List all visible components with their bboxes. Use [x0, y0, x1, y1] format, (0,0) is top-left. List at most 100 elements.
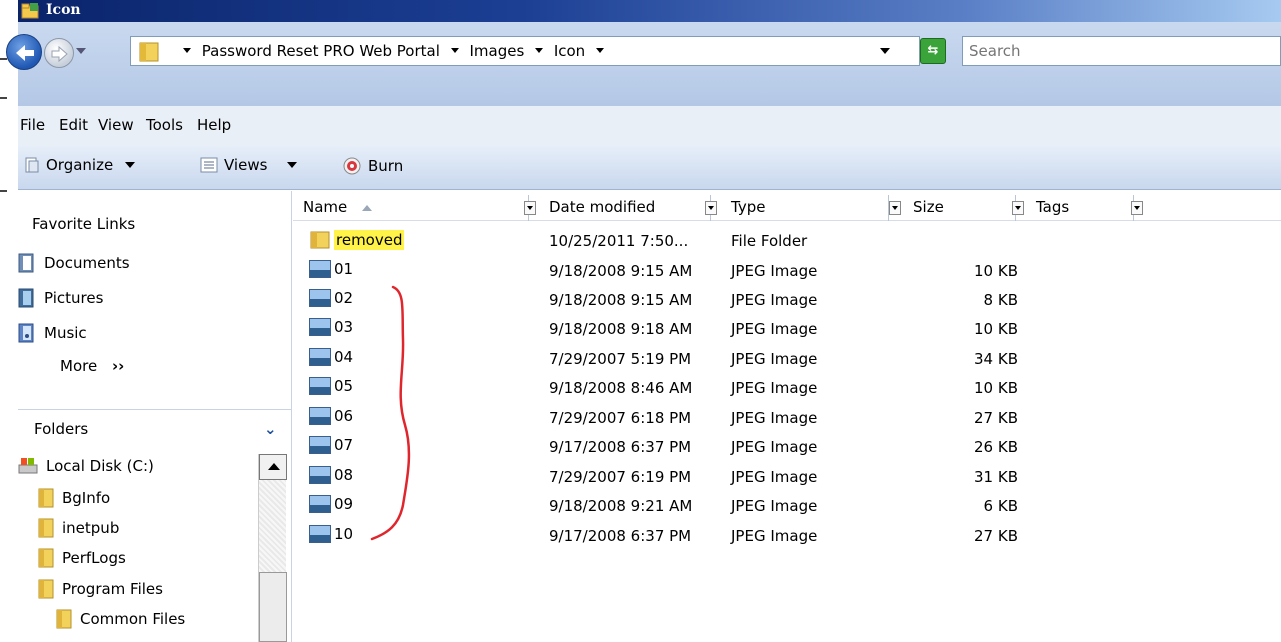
file-type: File Folder: [731, 232, 808, 250]
address-dropdown-button[interactable]: [880, 48, 890, 54]
window-title: Icon: [46, 2, 81, 18]
folders-scrollbar[interactable]: [258, 454, 287, 642]
command-bar: Organize Views Burn: [18, 146, 1281, 190]
file-row[interactable]: 07 9/17/2008 6:37 PM JPEG Image 26 KB: [293, 433, 1281, 461]
menu-view[interactable]: View: [98, 116, 134, 134]
column-name[interactable]: Name: [293, 195, 529, 221]
file-row[interactable]: 03 9/18/2008 9:18 AM JPEG Image 10 KB: [293, 315, 1281, 343]
jpeg-image-icon: [309, 318, 331, 336]
views-label: Views: [224, 156, 268, 174]
folder-icon: [56, 609, 72, 629]
column-label: Type: [731, 198, 766, 216]
breadcrumb-item[interactable]: Images: [469, 42, 524, 60]
tree-item-inetpub[interactable]: inetpub: [38, 518, 119, 538]
file-row[interactable]: 09 9/18/2008 9:21 AM JPEG Image 6 KB: [293, 492, 1281, 520]
file-size: 6 KB: [983, 497, 1018, 515]
favorite-music[interactable]: Music: [18, 323, 87, 343]
file-type: JPEG Image: [731, 320, 818, 338]
column-filter-dropdown[interactable]: [524, 201, 536, 215]
tree-item-perflogs[interactable]: PerfLogs: [38, 548, 126, 568]
double-chevron-icon: ››: [111, 357, 125, 375]
menu-file[interactable]: File: [20, 116, 45, 134]
jpeg-image-icon: [309, 348, 331, 366]
file-row[interactable]: 08 7/29/2007 6:19 PM JPEG Image 31 KB: [293, 463, 1281, 491]
folder-icon: [139, 42, 159, 62]
back-button[interactable]: [6, 34, 42, 70]
file-date: 10/25/2011 7:50...: [549, 232, 689, 250]
column-filter-dropdown[interactable]: [889, 201, 901, 215]
scrollbar-thumb[interactable]: [259, 572, 287, 642]
favorite-links-heading: Favorite Links: [32, 215, 136, 233]
breadcrumb-separator-icon[interactable]: [535, 48, 544, 53]
tree-item-bginfo[interactable]: BgInfo: [38, 488, 110, 508]
views-button[interactable]: Views: [200, 156, 298, 174]
file-row[interactable]: 10 9/17/2008 6:37 PM JPEG Image 27 KB: [293, 522, 1281, 550]
folder-icon: [38, 488, 54, 508]
file-date: 9/18/2008 8:46 AM: [549, 379, 693, 397]
breadcrumb-separator-icon[interactable]: [183, 48, 191, 53]
recent-pages-dropdown[interactable]: [76, 48, 86, 54]
breadcrumb-separator-icon[interactable]: [595, 48, 604, 53]
folder-icon: [38, 548, 54, 568]
file-row[interactable]: 06 7/29/2007 6:18 PM JPEG Image 27 KB: [293, 404, 1281, 432]
column-size[interactable]: Size: [903, 195, 1016, 221]
file-row-folder[interactable]: removed 10/25/2011 7:50... File Folder: [293, 227, 1281, 255]
folders-header[interactable]: Folders ⌄: [18, 409, 291, 449]
column-filter-dropdown[interactable]: [1131, 201, 1143, 215]
tree-item-program-files[interactable]: Program Files: [38, 579, 163, 599]
menu-edit[interactable]: Edit: [59, 116, 88, 134]
forward-button[interactable]: [44, 38, 74, 68]
menu-help[interactable]: Help: [197, 116, 231, 134]
file-size: 34 KB: [974, 350, 1018, 368]
search-box[interactable]: [962, 36, 1281, 66]
tree-item-common-files[interactable]: Common Files: [56, 609, 185, 629]
folders-heading: Folders: [34, 420, 89, 438]
file-name: 02: [309, 289, 353, 307]
chevron-down-icon: [287, 162, 298, 168]
file-row[interactable]: 04 7/29/2007 5:19 PM JPEG Image 34 KB: [293, 345, 1281, 373]
breadcrumb-item[interactable]: Icon: [554, 42, 585, 60]
column-label: Name: [303, 198, 348, 216]
jpeg-image-icon: [309, 407, 331, 425]
column-filter-dropdown[interactable]: [1012, 201, 1024, 215]
file-size: 27 KB: [974, 527, 1018, 545]
organize-button[interactable]: Organize: [24, 156, 136, 174]
column-filter-dropdown[interactable]: [705, 201, 717, 215]
file-size: 26 KB: [974, 438, 1018, 456]
burn-button[interactable]: Burn: [342, 156, 403, 176]
breadcrumb-item[interactable]: Password Reset PRO Web Portal: [202, 42, 440, 60]
column-tags[interactable]: Tags: [1026, 195, 1134, 221]
menu-tools[interactable]: Tools: [146, 116, 183, 134]
favorite-documents[interactable]: Documents: [18, 253, 130, 273]
breadcrumb-separator-icon[interactable]: [450, 48, 459, 53]
favorite-pictures[interactable]: Pictures: [18, 288, 103, 308]
file-list: Name Date modified Type Size Tags remove…: [293, 191, 1281, 642]
column-type[interactable]: Type: [721, 195, 889, 221]
file-name: 06: [309, 407, 353, 425]
file-row[interactable]: 01 9/18/2008 9:15 AM JPEG Image 10 KB: [293, 257, 1281, 285]
views-icon: [200, 157, 218, 173]
more-links-button[interactable]: More ››: [60, 357, 124, 375]
file-size: 8 KB: [983, 291, 1018, 309]
file-date: 9/17/2008 6:37 PM: [549, 527, 692, 545]
file-row[interactable]: 02 9/18/2008 9:15 AM JPEG Image 8 KB: [293, 286, 1281, 314]
file-type: JPEG Image: [731, 379, 818, 397]
tree-label: Program Files: [62, 580, 163, 598]
file-row[interactable]: 05 9/18/2008 8:46 AM JPEG Image 10 KB: [293, 374, 1281, 402]
column-date-modified[interactable]: Date modified: [539, 195, 711, 221]
file-type: JPEG Image: [731, 438, 818, 456]
file-name-label: 09: [334, 495, 354, 513]
address-bar[interactable]: Password Reset PRO Web Portal Images Ico…: [130, 36, 920, 66]
file-date: 9/18/2008 9:18 AM: [549, 320, 693, 338]
file-name-label: 05: [334, 377, 354, 395]
refresh-icon: ⇆: [927, 43, 939, 58]
search-input[interactable]: [963, 37, 1280, 65]
jpeg-image-icon: [309, 377, 331, 395]
menu-bar: File Edit View Tools Help: [18, 106, 1281, 146]
edge-tick: [0, 97, 7, 99]
tree-item-local-disk[interactable]: Local Disk (C:): [18, 457, 154, 475]
refresh-button[interactable]: ⇆: [920, 38, 946, 64]
scroll-up-button[interactable]: [259, 454, 287, 480]
file-date: 9/17/2008 6:37 PM: [549, 438, 692, 456]
file-name: 03: [309, 318, 353, 336]
